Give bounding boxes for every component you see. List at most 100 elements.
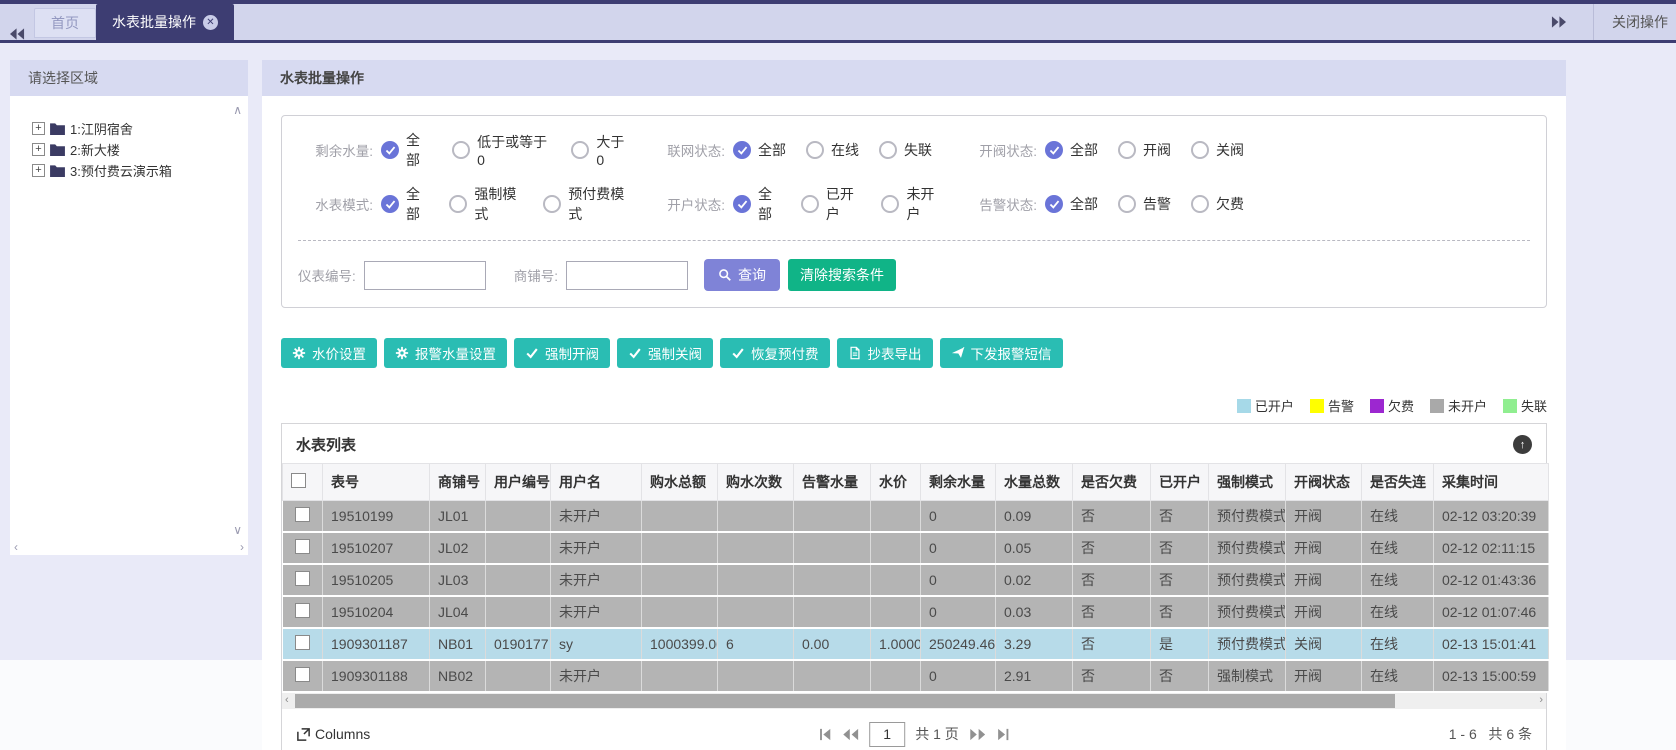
- radio-checked-icon[interactable]: [733, 141, 751, 159]
- expand-icon[interactable]: +: [32, 164, 45, 177]
- scroll-top-icon[interactable]: ↑: [1513, 435, 1532, 454]
- scroll-tabs-right-icon[interactable]: [1541, 16, 1575, 28]
- row-checkbox[interactable]: [295, 667, 310, 682]
- column-header[interactable]: 用户名: [551, 464, 642, 501]
- column-header[interactable]: 已开户: [1151, 464, 1209, 501]
- table-row[interactable]: 19510207JL02未开户00.05否否预付费模式开阀在线02-12 02:…: [283, 532, 1549, 564]
- radio-unchecked-icon[interactable]: [543, 195, 561, 213]
- column-header[interactable]: 是否失连: [1362, 464, 1434, 501]
- radio-option[interactable]: 全部: [381, 130, 432, 170]
- tree-scroll-up-icon[interactable]: ∧: [233, 104, 242, 116]
- columns-button[interactable]: Columns: [296, 726, 370, 742]
- radio-checked-icon[interactable]: [1045, 195, 1063, 213]
- row-checkbox[interactable]: [295, 603, 310, 618]
- radio-option[interactable]: 已开户: [801, 184, 862, 224]
- prev-page-icon[interactable]: [842, 728, 859, 741]
- radio-option[interactable]: 欠费: [1191, 194, 1244, 214]
- column-header[interactable]: 购水次数: [718, 464, 794, 501]
- radio-option[interactable]: 低于或等于0: [452, 132, 551, 168]
- table-row[interactable]: 19510199JL01未开户00.09否否预付费模式开阀在线02-12 03:…: [283, 501, 1549, 533]
- column-header[interactable]: 强制模式: [1209, 464, 1286, 501]
- radio-unchecked-icon[interactable]: [1118, 141, 1136, 159]
- column-header[interactable]: 开阀状态: [1286, 464, 1362, 501]
- column-header[interactable]: 采集时间: [1434, 464, 1549, 501]
- row-checkbox[interactable]: [295, 571, 310, 586]
- radio-checked-icon[interactable]: [733, 195, 751, 213]
- tree-scroll-right-icon[interactable]: ›: [240, 541, 244, 553]
- expand-icon[interactable]: +: [32, 143, 45, 156]
- tree-node[interactable]: +3:预付费云演示箱: [32, 160, 244, 181]
- radio-unchecked-icon[interactable]: [801, 195, 819, 213]
- radio-option[interactable]: 告警: [1118, 194, 1171, 214]
- column-header[interactable]: 水价: [871, 464, 921, 501]
- radio-option[interactable]: 关阀: [1191, 140, 1244, 160]
- table-row[interactable]: 19510204JL04未开户00.03否否预付费模式开阀在线02-12 01:…: [283, 596, 1549, 628]
- column-header[interactable]: 商铺号: [430, 464, 486, 501]
- tree-scroll-down-icon[interactable]: ∨: [233, 524, 242, 536]
- radio-checked-icon[interactable]: [381, 195, 399, 213]
- radio-option[interactable]: 未开户: [881, 184, 942, 224]
- radio-unchecked-icon[interactable]: [1191, 141, 1209, 159]
- column-header[interactable]: 表号: [323, 464, 430, 501]
- meter-no-input[interactable]: [364, 261, 486, 290]
- radio-checked-icon[interactable]: [1045, 141, 1063, 159]
- first-page-icon[interactable]: [817, 728, 832, 741]
- next-page-icon[interactable]: [969, 728, 986, 741]
- action-button[interactable]: 强制关阀: [617, 338, 713, 368]
- column-header[interactable]: 用户编号: [486, 464, 551, 501]
- radio-option[interactable]: 预付费模式: [543, 184, 630, 224]
- close-operations-button[interactable]: 关闭操作: [1612, 12, 1676, 32]
- tab-water-meter-batch[interactable]: 水表批量操作 ✕: [96, 4, 234, 40]
- radio-option[interactable]: 全部: [733, 184, 781, 224]
- last-page-icon[interactable]: [996, 728, 1011, 741]
- action-button[interactable]: 抄表导出: [837, 338, 933, 368]
- row-checkbox[interactable]: [295, 507, 310, 522]
- radio-unchecked-icon[interactable]: [571, 141, 589, 159]
- action-button[interactable]: 恢复预付费: [720, 338, 830, 368]
- select-all-checkbox[interactable]: [291, 473, 306, 488]
- radio-unchecked-icon[interactable]: [449, 195, 467, 213]
- radio-option[interactable]: 全部: [381, 184, 429, 224]
- column-header[interactable]: 告警水量: [794, 464, 871, 501]
- radio-option[interactable]: 失联: [879, 140, 932, 160]
- column-header[interactable]: 剩余水量: [921, 464, 996, 501]
- scroll-tabs-left-icon[interactable]: [0, 28, 34, 40]
- radio-option[interactable]: 全部: [1045, 140, 1098, 160]
- radio-option[interactable]: 在线: [806, 140, 859, 160]
- column-header[interactable]: 购水总额: [642, 464, 718, 501]
- shop-no-input[interactable]: [566, 261, 688, 290]
- hscroll-thumb[interactable]: [295, 694, 1395, 708]
- action-button[interactable]: 下发报警短信: [940, 338, 1063, 368]
- tree-node[interactable]: +2:新大楼: [32, 139, 244, 160]
- radio-option[interactable]: 强制模式: [449, 184, 523, 224]
- radio-unchecked-icon[interactable]: [879, 141, 897, 159]
- radio-option[interactable]: 全部: [733, 140, 786, 160]
- table-row[interactable]: 1909301188NB02未开户02.91否否强制模式开阀在线02-13 15…: [283, 660, 1549, 692]
- column-header[interactable]: 是否欠费: [1073, 464, 1151, 501]
- radio-unchecked-icon[interactable]: [806, 141, 824, 159]
- radio-unchecked-icon[interactable]: [1118, 195, 1136, 213]
- radio-unchecked-icon[interactable]: [452, 141, 470, 159]
- tab-close-icon[interactable]: ✕: [203, 15, 218, 30]
- action-button[interactable]: 水价设置: [281, 338, 377, 368]
- query-button[interactable]: 查询: [704, 259, 780, 291]
- tree-scroll-left-icon[interactable]: ‹: [14, 541, 18, 553]
- action-button[interactable]: 报警水量设置: [384, 338, 507, 368]
- radio-unchecked-icon[interactable]: [1191, 195, 1209, 213]
- row-checkbox[interactable]: [295, 635, 310, 650]
- column-header[interactable]: 水量总数: [996, 464, 1073, 501]
- radio-checked-icon[interactable]: [381, 141, 399, 159]
- expand-icon[interactable]: +: [32, 122, 45, 135]
- clear-search-button[interactable]: 清除搜索条件: [788, 259, 896, 291]
- tab-home[interactable]: 首页: [34, 8, 96, 38]
- table-row[interactable]: 19510205JL03未开户00.02否否预付费模式开阀在线02-12 01:…: [283, 564, 1549, 596]
- radio-unchecked-icon[interactable]: [881, 195, 899, 213]
- page-number-input[interactable]: [869, 722, 905, 747]
- radio-option[interactable]: 开阀: [1118, 140, 1171, 160]
- hscroll-right-icon[interactable]: ›: [1539, 694, 1543, 706]
- radio-option[interactable]: 全部: [1045, 194, 1098, 214]
- row-checkbox[interactable]: [295, 539, 310, 554]
- tree-node[interactable]: +1:江阴宿舍: [32, 118, 244, 139]
- radio-option[interactable]: 大于0: [571, 132, 630, 168]
- table-row[interactable]: 1909301187NB010190177sy1000399.0060.001.…: [283, 628, 1549, 660]
